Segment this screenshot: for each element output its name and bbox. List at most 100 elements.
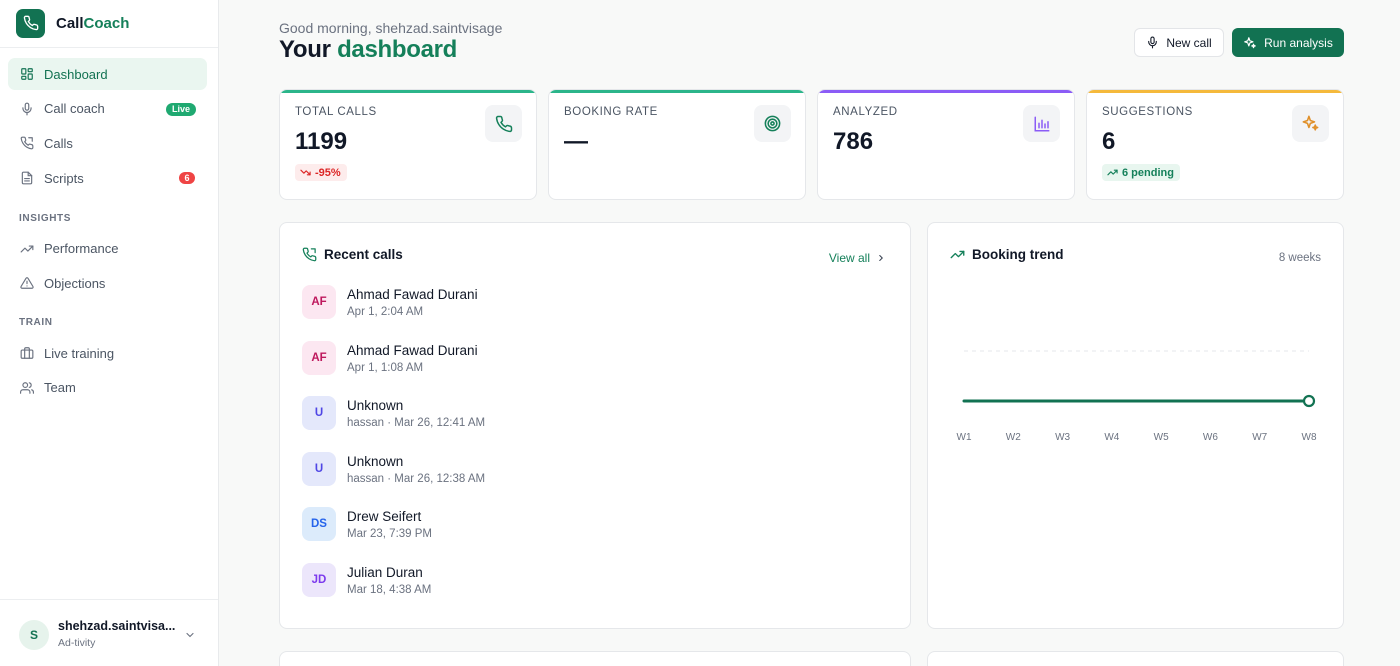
list-item[interactable]: U Unknown hassan · Mar 26, 12:41 AM: [302, 396, 882, 452]
avatar: AF: [302, 340, 336, 375]
avatar: AF: [302, 285, 336, 319]
list-item[interactable]: AF Ahmad Fawad Durani Apr 1, 2:04 AM: [302, 285, 882, 341]
avatar: S: [19, 620, 49, 650]
scripts-count-badge: 6: [179, 172, 195, 185]
phone-icon: [485, 105, 522, 142]
sidebar-item-label: Performance: [44, 241, 119, 257]
x-tick-label: W5: [1154, 432, 1169, 443]
bottom-card-left: [279, 651, 911, 666]
call-meta: hassan · Mar 26, 12:41 AM: [347, 417, 486, 429]
new-call-label: New call: [1166, 35, 1212, 50]
call-name: Unknown: [347, 398, 404, 413]
run-analysis-button[interactable]: Run analysis: [1232, 28, 1344, 57]
x-tick-label: W7: [1252, 432, 1267, 443]
data-point[interactable]: [1302, 394, 1316, 408]
user-org: Ad-tivity: [58, 637, 96, 649]
greeting: Good morning, shehzad.saintvisage: [279, 20, 503, 36]
phone-icon: [302, 247, 317, 262]
list-item[interactable]: AF Ahmad Fawad Durani Apr 1, 1:08 AM: [302, 340, 882, 397]
sidebar-item-scripts[interactable]: Scripts 6: [8, 162, 207, 194]
run-analysis-label: Run analysis: [1264, 35, 1333, 50]
grid-icon: [19, 66, 35, 82]
user-menu[interactable]: S shehzad.saintvisa... Ad-tivity: [0, 599, 218, 666]
call-name: Drew Seifert: [347, 509, 422, 524]
phone-logo-icon: [16, 8, 45, 38]
mic-icon: [19, 101, 35, 117]
stat-value: —: [564, 128, 588, 155]
avatar: U: [302, 396, 336, 430]
pending-badge: 6 pending: [1102, 164, 1180, 181]
sidebar-item-label: Call coach: [44, 101, 105, 117]
accent-bar: [1087, 90, 1343, 93]
accent-bar: [549, 90, 805, 93]
bottom-card-right: [927, 651, 1344, 666]
list-item[interactable]: DS Drew Seifert Mar 23, 7:39 PM: [302, 507, 882, 563]
card-title: Recent calls: [302, 247, 403, 262]
users-icon: [19, 380, 35, 396]
stat-value: 1199: [295, 128, 348, 155]
target-icon: [754, 105, 791, 142]
sidebar: CallCoach Dashboard Call coach Live Call…: [0, 0, 219, 666]
call-name: Ahmad Fawad Durani: [347, 342, 478, 358]
x-tick-label: W2: [1006, 432, 1021, 443]
sparkles-icon: [1243, 36, 1257, 50]
sidebar-item-label: Calls: [44, 135, 73, 151]
x-tick-label: W8: [1302, 432, 1317, 443]
stat-label: TOTAL CALLS: [295, 106, 377, 118]
divider: [0, 47, 218, 48]
call-meta: Mar 23, 7:39 PM: [347, 528, 433, 540]
avatar: JD: [302, 562, 336, 597]
call-meta: Apr 1, 2:04 AM: [347, 306, 424, 318]
call-meta: Apr 1, 1:08 AM: [347, 361, 424, 374]
sidebar-item-label: Dashboard: [44, 66, 108, 82]
delta-value: 6 pending: [1122, 166, 1174, 179]
stat-card-booking-rate: BOOKING RATE —: [548, 89, 806, 200]
recent-calls-list: AF Ahmad Fawad Durani Apr 1, 2:04 AM AF Ahma…: [302, 285, 882, 618]
accent-bar: [280, 90, 536, 93]
bar-chart-icon: [1023, 105, 1060, 142]
stat-card-analyzed: ANALYZED 786: [817, 89, 1075, 200]
list-item[interactable]: JD Julian Duran Mar 18, 4:38 AM: [302, 562, 882, 619]
delta-value: -95%: [315, 166, 341, 179]
view-all-link[interactable]: View all: [829, 251, 886, 265]
sidebar-item-label: Scripts: [44, 170, 84, 186]
avatar: U: [302, 451, 336, 486]
trending-up-icon: [19, 241, 35, 257]
sidebar-item-live-training[interactable]: Live training: [8, 337, 207, 369]
view-all-label: View all: [828, 251, 870, 265]
sidebar-item-team[interactable]: Team: [8, 372, 207, 404]
chevron-down-icon[interactable]: [184, 628, 196, 646]
stat-value: 6: [1102, 128, 1116, 155]
alert-triangle-icon: [19, 275, 35, 291]
x-tick-label: W1: [957, 432, 972, 443]
x-tick-label: W3: [1055, 432, 1070, 443]
briefcase-icon: [19, 345, 35, 361]
booking-trend-chart: W1 W2 W3 W4 W5 W6 W7 W8: [957, 350, 1317, 443]
sidebar-item-label: Team: [44, 380, 76, 396]
stat-card-suggestions: SUGGESTIONS 6 6 pending: [1086, 89, 1344, 200]
brand-name: CallCoach: [56, 14, 130, 32]
call-name: Unknown: [347, 453, 404, 469]
phone-icon: [19, 135, 35, 151]
call-meta: hassan · Mar 26, 12:38 AM: [347, 472, 486, 485]
delta-badge: -95%: [295, 164, 347, 181]
sidebar-item-label: Objections: [44, 275, 106, 291]
list-item[interactable]: U Unknown hassan · Mar 26, 12:38 AM: [302, 451, 882, 508]
sidebar-item-calls[interactable]: Calls: [8, 127, 207, 159]
sidebar-item-dashboard[interactable]: Dashboard: [8, 58, 207, 90]
stat-label: SUGGESTIONS: [1102, 106, 1193, 118]
new-call-button[interactable]: New call: [1134, 28, 1224, 57]
brand[interactable]: CallCoach: [16, 8, 129, 38]
file-text-icon: [19, 170, 35, 186]
stat-label: BOOKING RATE: [564, 106, 658, 118]
card-title-text: Recent calls: [324, 247, 403, 262]
sidebar-item-label: Live training: [44, 345, 115, 361]
booking-trend-card: Booking trend 8 weeks W1 W2 W3 W4 W5 W6 W7 W8: [927, 222, 1344, 629]
sidebar-item-objections[interactable]: Objections: [8, 267, 207, 299]
page-title: Your dashboard: [279, 36, 458, 63]
call-name: Julian Duran: [347, 564, 423, 580]
sidebar-item-call-coach[interactable]: Call coach Live: [8, 93, 207, 125]
call-meta: Mar 18, 4:38 AM: [347, 583, 432, 596]
live-badge: Live: [165, 102, 196, 116]
sidebar-item-performance[interactable]: Performance: [8, 233, 207, 265]
